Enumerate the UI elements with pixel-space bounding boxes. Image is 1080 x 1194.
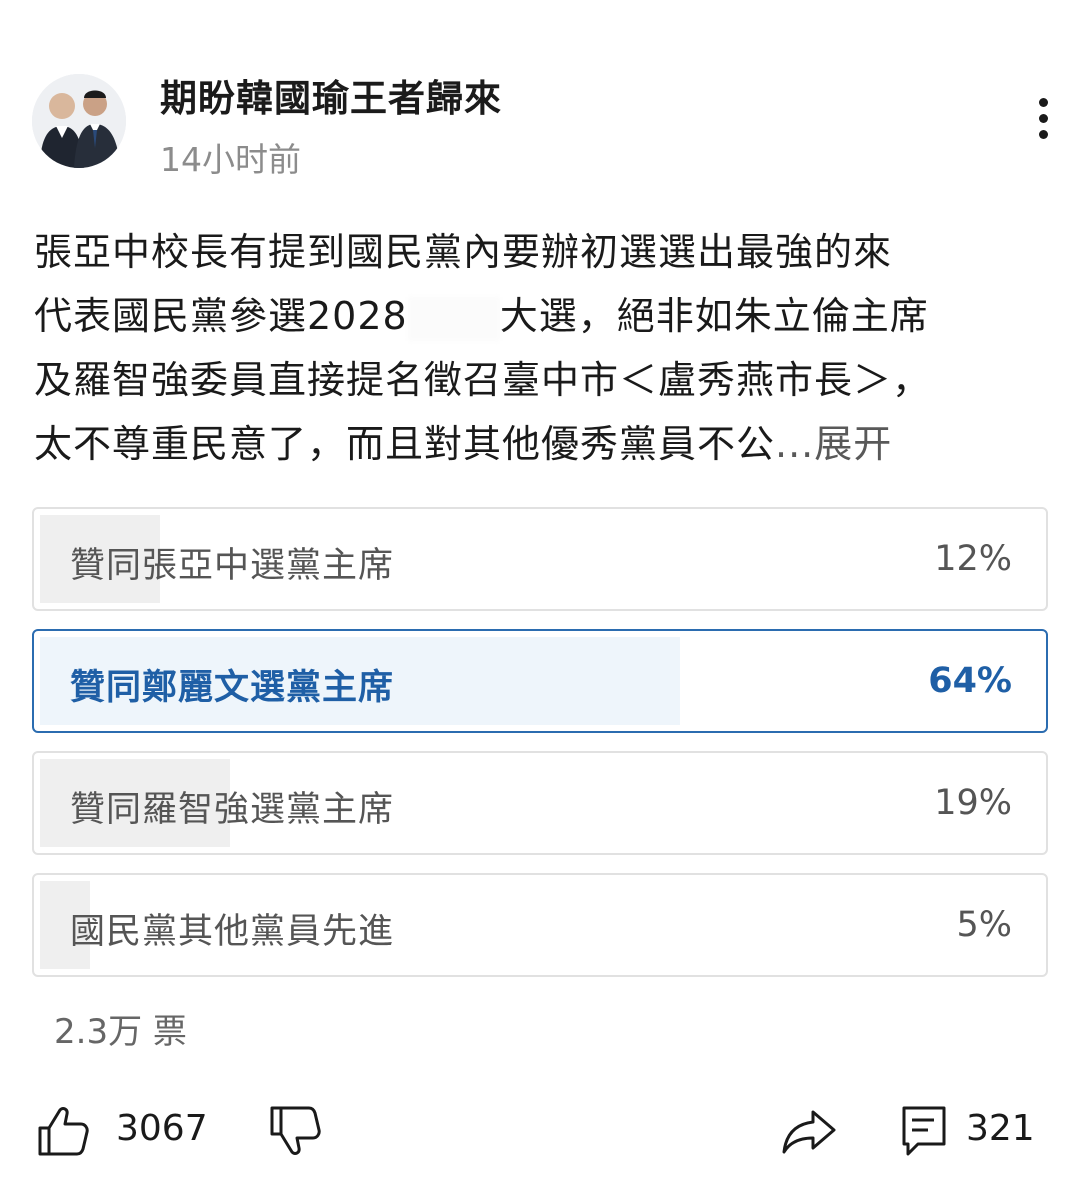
post-line-2: 代表國民黨參選2028 大選，絕非如朱立倫主席 xyxy=(34,284,1044,348)
poll-option-label: 贊同鄭麗文選黨主席 xyxy=(70,668,395,708)
post-line-2-prefix: 代表國民黨參選2028 xyxy=(34,294,408,338)
more-options-icon[interactable] xyxy=(1034,98,1052,146)
post-line-1: 張亞中校長有提到國民黨內要辦初選選出最強的來 xyxy=(34,230,893,274)
comment-count: 321 xyxy=(966,1108,1035,1149)
poll-option-label: 國民黨其他黨員先進 xyxy=(70,912,395,952)
poll-option-percent: 64% xyxy=(928,661,1012,701)
poll-option[interactable]: 國民黨其他黨員先進 5% xyxy=(32,873,1048,977)
action-bar: 3067 321 xyxy=(0,1090,1080,1180)
post-timestamp: 14小时前 xyxy=(160,140,301,179)
post-line-4-text: 太不尊重民意了，而且對其他優秀黨員不公 xyxy=(34,422,776,466)
poll-option[interactable]: 贊同羅智強選黨主席 19% xyxy=(32,751,1048,855)
like-count: 3067 xyxy=(116,1108,208,1149)
thumbs-up-icon[interactable] xyxy=(36,1104,90,1162)
post-header: 期盼韓國瑜王者歸來 14小时前 xyxy=(32,60,1052,180)
post-line-2-suffix: 大選，絕非如朱立倫主席 xyxy=(499,294,929,338)
username[interactable]: 期盼韓國瑜王者歸來 xyxy=(160,68,502,122)
poll-option-label: 贊同羅智強選黨主席 xyxy=(70,790,395,830)
post-line-4: 太不尊重民意了，而且對其他優秀黨員不公...展开 xyxy=(34,412,1044,476)
post-line-3: 及羅智強委員直接提名徵召臺中市＜盧秀燕市長＞， xyxy=(34,358,932,402)
avatar[interactable] xyxy=(32,74,126,168)
share-icon[interactable] xyxy=(780,1104,838,1162)
poll-option-label: 贊同張亞中選黨主席 xyxy=(70,546,395,586)
poll-option-percent: 5% xyxy=(956,905,1012,945)
avatar-photo-icon xyxy=(32,74,126,168)
poll-option-percent: 12% xyxy=(934,539,1012,579)
thumbs-down-icon[interactable] xyxy=(268,1104,322,1162)
vote-count: 2.3万 票 xyxy=(54,1012,187,1052)
redacted-mask xyxy=(407,296,500,341)
poll-option[interactable]: 贊同張亞中選黨主席 12% xyxy=(32,507,1048,611)
post-body: 張亞中校長有提到國民黨內要辦初選選出最強的來 代表國民黨參選2028 大選，絕非如… xyxy=(34,220,1044,476)
poll-option-selected[interactable]: 贊同鄭麗文選黨主席 64% xyxy=(32,629,1048,733)
comment-icon[interactable] xyxy=(898,1104,950,1162)
expand-link[interactable]: ...展开 xyxy=(775,422,892,466)
poll-option-percent: 19% xyxy=(934,783,1012,823)
